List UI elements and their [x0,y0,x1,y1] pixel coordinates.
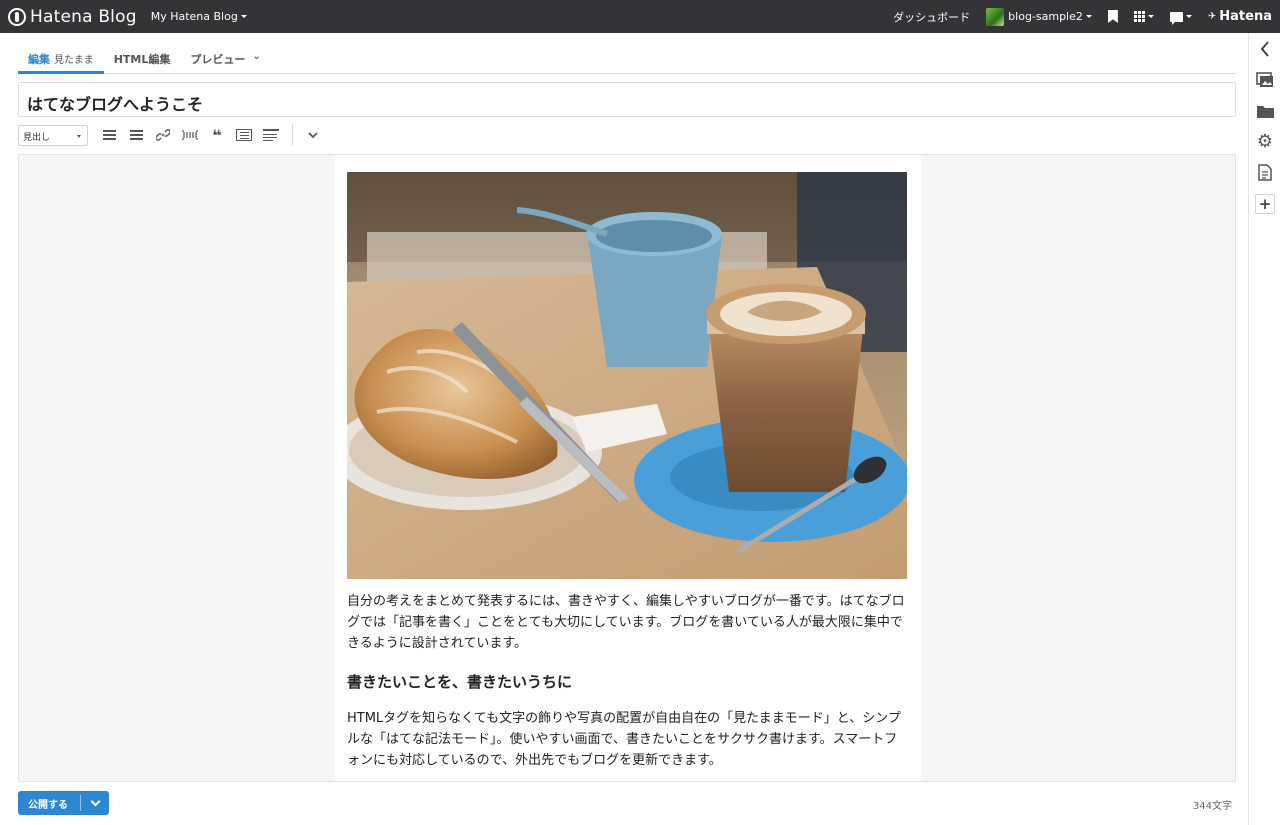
category-button[interactable] [1249,95,1280,126]
collapse-chevron-icon [1260,40,1269,57]
quote-button[interactable]: ❝ [206,125,228,145]
global-header: Hatena Blog My Hatena Blog ダッシュボード blog-… [0,0,1280,33]
add-button[interactable]: + [1249,188,1280,219]
more-divider-icon [182,130,198,140]
quote-icon: ❝ [212,125,222,145]
tab-sublabel: 見たまま [54,55,94,66]
notifications-menu[interactable] [1169,11,1192,25]
photo-upload-button[interactable] [1249,64,1280,95]
caret-down-icon [1085,15,1092,18]
tab-html-edit[interactable]: HTML編集 [104,44,181,73]
title-input[interactable]: はてなブログへようこそ [18,82,1236,117]
my-hatena-blog-label: My Hatena Blog [150,10,238,23]
hatena-mark-icon: ✈ [1207,11,1217,22]
link-button[interactable] [152,125,174,145]
hatena-logo[interactable]: ✈ Hatena [1208,9,1272,24]
caret-down-icon [1147,15,1154,18]
caret-down-icon [1185,15,1192,18]
toolbar-divider [292,124,293,146]
chevron-down-icon [308,132,318,139]
grid-icon [1133,11,1145,22]
tab-label: HTML編集 [113,53,171,66]
dashboard-link[interactable]: ダッシュボード [893,9,970,25]
my-hatena-blog-menu[interactable]: My Hatena Blog [151,10,247,23]
chevron-down-icon: ⌄ [252,51,261,62]
publish-label: 公開する [28,799,68,811]
link-icon [156,129,170,141]
hatena-blog-logo[interactable]: Hatena Blog [8,7,137,27]
paragraph: HTMLタグを知らなくても文字の飾りや写真の配置が自由自在の「見たままモード」と… [347,711,901,768]
brand-label: Hatena Blog [30,6,137,27]
publish-button[interactable]: 公開する [18,791,109,815]
table-of-contents-button[interactable] [233,125,255,145]
article-photo[interactable] [347,172,907,579]
editor-area[interactable]: 自分の考えをまとめて発表するには、書きやすく、編集しやすいブログが一番です。はて… [18,154,1236,782]
hatena-label: Hatena [1219,9,1272,24]
header-right: ダッシュボード blog-sample2 ✈ Hatena [893,0,1280,33]
editor-mode-tabs: 編集 見たまま HTML編集 プレビュー ⌄ [18,44,1236,74]
publish-options-button[interactable] [81,796,109,806]
tab-label: プレビュー [190,53,246,66]
paragraph: 自分の考えをまとめて発表するには、書きやすく、編集しやすいブログが一番です。はて… [347,594,905,651]
chevron-down-icon [90,796,100,806]
blog-selector[interactable]: blog-sample2 [986,7,1092,26]
blog-name: blog-sample2 [1008,10,1083,23]
editor-paper: 自分の考えをまとめて発表するには、書きやすく、編集しやすいブログが一番です。はて… [335,155,921,781]
document-icon [1258,164,1272,181]
settings-button[interactable]: ⚙ [1249,126,1280,157]
table-of-contents-icon [236,129,252,141]
right-sidebar: ⚙ + [1248,33,1280,825]
blog-avatar [986,7,1005,26]
more-tools-button[interactable] [302,125,324,145]
heading-select[interactable]: 見出し [18,124,88,146]
document-button[interactable] [1249,157,1280,188]
editor-toolbar: 見出し ❝ [18,124,324,146]
article-body[interactable]: 自分の考えをまとめて発表するには、書きやすく、編集しやすいブログが一番です。はて… [347,591,907,771]
folder-icon [1256,105,1274,118]
unordered-list-button[interactable] [98,125,120,145]
hatena-blog-logo-icon [8,7,26,26]
character-count: 344文字 [1192,801,1232,812]
settings-icon: ⚙ [1256,131,1274,152]
summary-button[interactable] [260,125,282,145]
croissant-latte-image [347,172,907,579]
tab-preview[interactable]: プレビュー ⌄ [180,44,270,73]
caret-down-icon [240,15,247,18]
photo-icon [1256,71,1273,87]
more-divider-button[interactable] [179,125,201,145]
tab-label: 編集 [28,53,50,66]
summary-icon [263,129,279,141]
apps-menu[interactable] [1133,11,1154,22]
section-heading: 書きたいことを、書きたいうちに [347,673,573,691]
ordered-list-button[interactable] [125,125,147,145]
bookmark-icon[interactable] [1107,10,1118,23]
ordered-list-icon [129,130,143,140]
tab-wysiwyg[interactable]: 編集 見たまま [18,44,104,74]
add-icon: + [1255,193,1275,214]
chat-icon [1169,11,1183,25]
collapse-sidebar-button[interactable] [1249,33,1280,64]
unordered-list-icon [102,130,116,140]
